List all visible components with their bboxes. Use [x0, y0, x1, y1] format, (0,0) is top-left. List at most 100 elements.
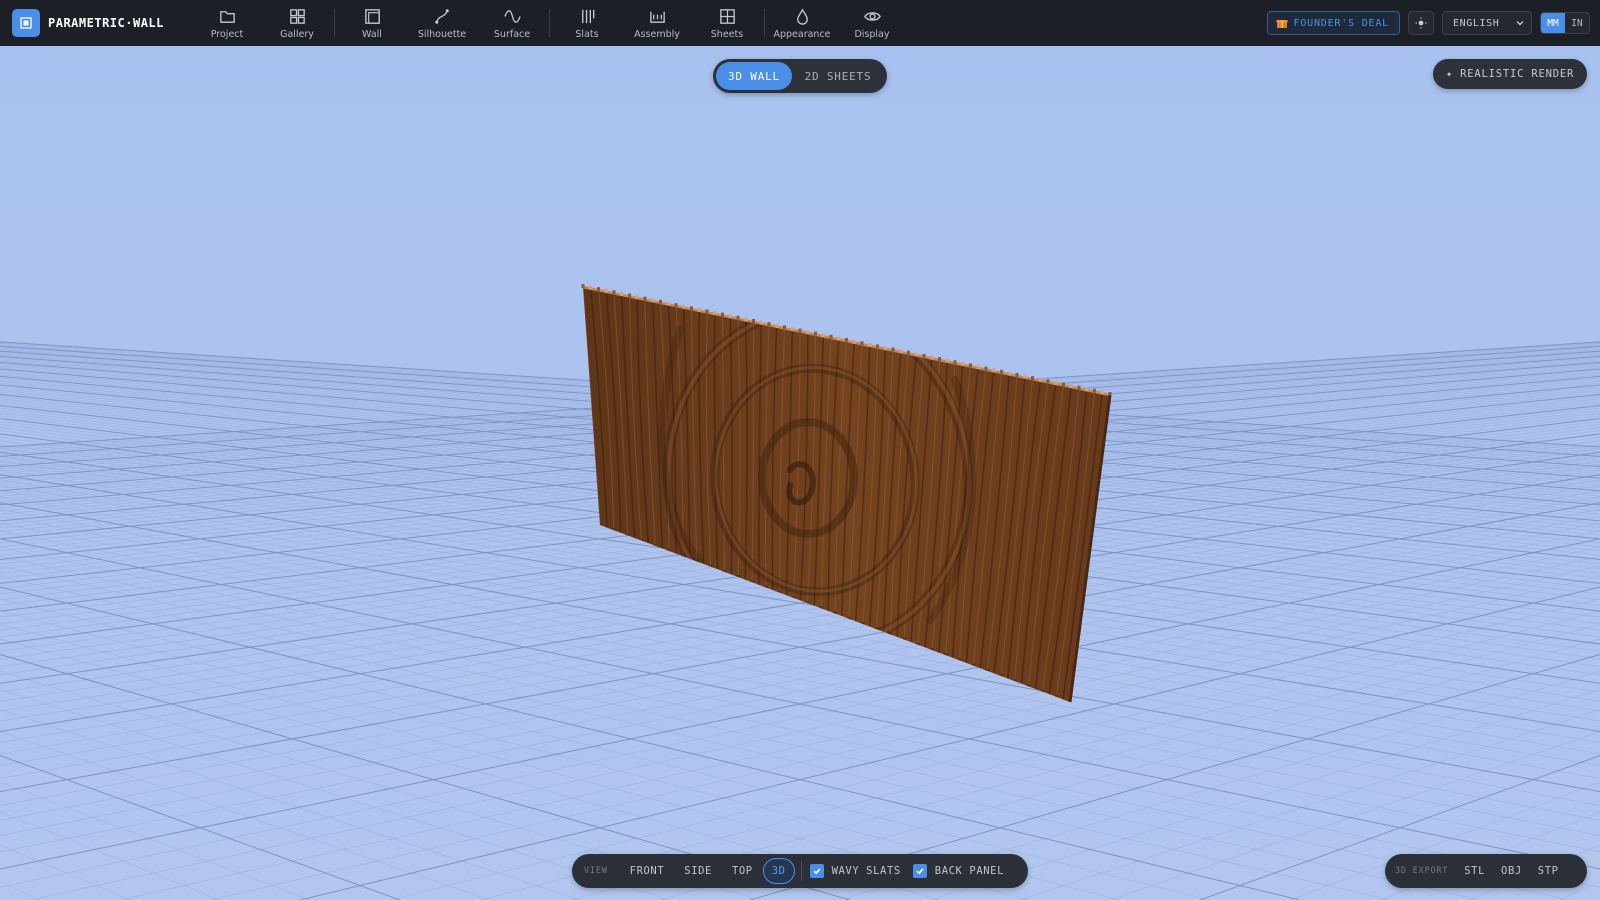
- nav-gallery[interactable]: Gallery: [262, 0, 332, 46]
- wall-slat-top: [1038, 377, 1042, 382]
- wall-slat-top: [868, 342, 872, 347]
- wall-slat-top: [953, 360, 957, 365]
- nav-appearance[interactable]: Appearance: [767, 0, 837, 46]
- export-bar: 3D EXPORT STL OBJ STP: [1385, 854, 1587, 888]
- 3d-scene-canvas[interactable]: [0, 46, 1600, 900]
- nav-surface[interactable]: Surface: [477, 0, 547, 46]
- wall-slat-top: [798, 328, 802, 333]
- wall-slat-top: [814, 331, 817, 336]
- view-bar-divider: [800, 861, 802, 881]
- wall-slat-top: [581, 284, 585, 288]
- wall-slat-top: [775, 323, 779, 328]
- main-nav: Project Gallery Wall Silhouette Surface …: [192, 0, 907, 46]
- view-top-button[interactable]: TOP: [722, 858, 763, 884]
- sheets-icon: [719, 8, 735, 24]
- wall-slat-top: [628, 293, 631, 298]
- wall-slat-top: [643, 296, 647, 301]
- wall-slat-top: [1100, 390, 1104, 395]
- wall-slat-top: [1015, 372, 1019, 377]
- wall-slat-top: [604, 288, 608, 293]
- slats-icon: [581, 9, 594, 23]
- wave-icon: [503, 9, 521, 23]
- brand[interactable]: PARAMETRIC·WALL: [12, 9, 182, 37]
- language-select[interactable]: ENGLISH: [1442, 11, 1532, 35]
- wall-slat-top: [682, 304, 686, 309]
- unit-mm-button[interactable]: MM: [1541, 13, 1565, 33]
- nav-divider: [549, 9, 550, 37]
- founders-deal-button[interactable]: FOUNDER'S DEAL: [1266, 11, 1400, 35]
- nav-label: Display: [854, 28, 890, 40]
- realistic-render-button[interactable]: ✦ REALISTIC RENDER: [1433, 59, 1587, 89]
- wall-slat-top: [736, 315, 740, 320]
- droplet-icon: [796, 8, 808, 25]
- wall-slat-top: [837, 336, 841, 341]
- nav-display[interactable]: Display: [837, 0, 907, 46]
- export-label: 3D EXPORT: [1395, 866, 1449, 876]
- nav-slats[interactable]: Slats: [552, 0, 622, 46]
- export-stl-button[interactable]: STL: [1456, 865, 1493, 877]
- export-stp-button[interactable]: STP: [1530, 865, 1567, 877]
- mode-2d-sheets-button[interactable]: 2D SHEETS: [792, 62, 884, 90]
- wall-slat-top: [752, 318, 755, 323]
- wall-slat-top: [1054, 380, 1058, 385]
- wall-slat-top: [876, 344, 879, 349]
- curve-icon: [434, 8, 449, 24]
- wall-slat-top: [1077, 385, 1081, 390]
- view-label: VIEW: [584, 866, 608, 876]
- wall-slat-top: [651, 298, 655, 303]
- wall-slat-top: [1046, 379, 1050, 384]
- wall-slat-top: [783, 325, 786, 330]
- nav-sheets[interactable]: Sheets: [692, 0, 762, 46]
- nav-assembly[interactable]: Assembly: [622, 0, 692, 46]
- theme-toggle-button[interactable]: [1408, 11, 1434, 35]
- nav-project[interactable]: Project: [192, 0, 262, 46]
- wall-slat-top: [1031, 376, 1034, 381]
- wall-slat-top: [821, 333, 825, 338]
- assembly-icon: [649, 11, 665, 23]
- wall-slat-top: [713, 311, 717, 315]
- wall-slat-top: [597, 287, 600, 292]
- unit-toggle: MM IN: [1540, 12, 1590, 34]
- chevron-down-icon: [1516, 21, 1524, 26]
- back-panel-label: BACK PANEL: [934, 865, 1005, 877]
- mode-3d-wall-button[interactable]: 3D WALL: [716, 62, 792, 90]
- 3d-viewport[interactable]: 3D WALL 2D SHEETS ✦ REALISTIC RENDER VIE…: [0, 46, 1600, 900]
- wall-slat-top: [1023, 374, 1027, 379]
- wall-slat-top: [674, 303, 678, 308]
- wall-slat-top: [907, 350, 910, 355]
- wall-slat-top: [829, 334, 833, 339]
- wavy-slats-checkbox[interactable]: WAVY SLATS: [809, 864, 901, 878]
- view-side-button[interactable]: SIDE: [674, 858, 722, 884]
- folder-icon: [219, 10, 235, 23]
- nav-label: Silhouette: [417, 28, 467, 40]
- view-3d-button[interactable]: 3D: [762, 858, 795, 884]
- nav-wall[interactable]: Wall: [337, 0, 407, 46]
- wall-slat-top: [1007, 371, 1011, 376]
- nav-label: Sheets: [710, 28, 744, 40]
- nav-silhouette[interactable]: Silhouette: [407, 0, 477, 46]
- wall-slat-top: [930, 355, 934, 360]
- wall-logo-icon: [12, 9, 40, 37]
- nav-label: Assembly: [634, 28, 680, 40]
- wall-slat-top: [984, 366, 988, 371]
- wall-slat-top: [1093, 388, 1096, 393]
- wall-slat-top: [883, 345, 887, 350]
- unit-in-button[interactable]: IN: [1565, 13, 1589, 33]
- back-panel-checkbox[interactable]: BACK PANEL: [912, 864, 1005, 878]
- wall-slat-top: [961, 361, 965, 366]
- wall-slat-top: [1069, 384, 1073, 389]
- wall-slat-top: [945, 358, 949, 363]
- nav-label: Appearance: [773, 28, 831, 40]
- wall-slat-top: [1085, 387, 1089, 392]
- wall-slat-top: [659, 299, 662, 304]
- nav-label: Slats: [575, 28, 599, 40]
- wall-slat-top: [976, 365, 980, 369]
- nav-label: Wall: [362, 28, 382, 40]
- wall-slat-top: [845, 338, 848, 342]
- wall-slat-top: [891, 347, 895, 352]
- wall-slat-top: [721, 312, 724, 317]
- wall-slat-top: [666, 301, 670, 306]
- wall-slat-top: [690, 306, 693, 311]
- view-front-button[interactable]: FRONT: [620, 858, 675, 884]
- export-obj-button[interactable]: OBJ: [1493, 865, 1530, 877]
